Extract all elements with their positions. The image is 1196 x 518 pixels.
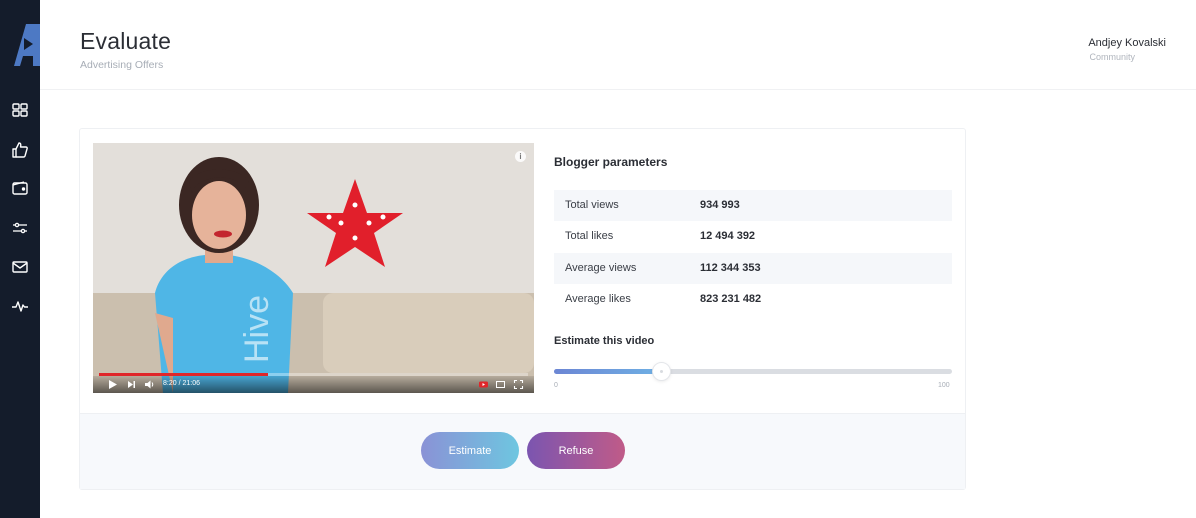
theater-mode-button[interactable] (495, 379, 506, 390)
next-button[interactable] (126, 379, 137, 390)
parameter-row: Average likes 823 231 482 (554, 284, 952, 315)
dashboard-icon (12, 103, 28, 117)
youtube-button[interactable] (478, 379, 489, 390)
user-name[interactable]: Andjey Kovalski (1088, 37, 1166, 49)
app-logo[interactable] (6, 22, 40, 68)
video-frame: Hive (93, 143, 534, 393)
parameter-value: 823 231 482 (700, 293, 762, 305)
slider-min-label: 0 (554, 382, 558, 389)
parameter-row: Total likes 12 494 392 (554, 221, 952, 252)
parameter-value: 12 494 392 (700, 230, 756, 242)
page-subtitle: Advertising Offers (80, 59, 164, 71)
parameter-value: 112 344 353 (700, 262, 761, 274)
page-header: Evaluate Advertising Offers Andjey Koval… (40, 0, 1196, 90)
estimate-slider-handle[interactable] (652, 362, 672, 381)
sliders-icon (13, 222, 27, 234)
fullscreen-button[interactable] (513, 379, 524, 390)
video-controls: 8:20 / 21:06 (93, 376, 534, 393)
estimate-button[interactable]: Estimate (421, 432, 519, 469)
thumbs-up-icon (12, 142, 28, 158)
slider-max-label: 100 (938, 382, 950, 389)
parameter-label: Total views (565, 199, 619, 211)
mail-icon (12, 261, 28, 273)
parameters-title: Blogger parameters (554, 155, 668, 169)
sidebar-item-likes[interactable] (10, 140, 30, 160)
parameter-label: Average likes (565, 293, 631, 305)
evaluation-card: Hive i 8:20 / 21:06 Blogger parameters T… (79, 128, 966, 490)
theater-mode-icon (496, 381, 505, 388)
wallet-icon (12, 181, 28, 195)
sidebar-item-activity[interactable] (10, 296, 30, 316)
parameter-label: Average views (565, 262, 637, 274)
skip-next-icon (128, 381, 135, 388)
fullscreen-icon (513, 379, 524, 390)
sidebar-item-wallet[interactable] (10, 178, 30, 198)
estimate-slider-fill (554, 369, 662, 374)
sidebar-item-settings[interactable] (10, 218, 30, 238)
refuse-button[interactable]: Refuse (527, 432, 625, 469)
info-icon[interactable]: i (515, 151, 526, 162)
sidebar-item-dashboard[interactable] (10, 100, 30, 120)
sidebar (0, 0, 40, 518)
video-time: 8:20 / 21:06 (163, 380, 200, 387)
estimate-slider[interactable] (554, 362, 952, 381)
volume-icon (145, 380, 154, 389)
parameter-label: Total likes (565, 230, 614, 242)
play-icon (109, 380, 117, 389)
video-player[interactable]: Hive i 8:20 / 21:06 (93, 143, 534, 393)
page-title: Evaluate (80, 28, 172, 54)
user-role: Community (1089, 52, 1135, 62)
activity-icon (12, 301, 28, 312)
card-footer (80, 413, 965, 489)
sidebar-item-messages[interactable] (10, 257, 30, 277)
parameter-row: Total views 934 993 (554, 190, 952, 221)
youtube-icon (479, 381, 488, 388)
estimate-title: Estimate this video (554, 335, 655, 347)
volume-button[interactable] (144, 379, 155, 390)
parameter-row: Average views 112 344 353 (554, 253, 952, 284)
parameter-value: 934 993 (700, 199, 740, 211)
svg-text:Hive: Hive (238, 295, 276, 363)
play-button[interactable] (107, 379, 118, 390)
